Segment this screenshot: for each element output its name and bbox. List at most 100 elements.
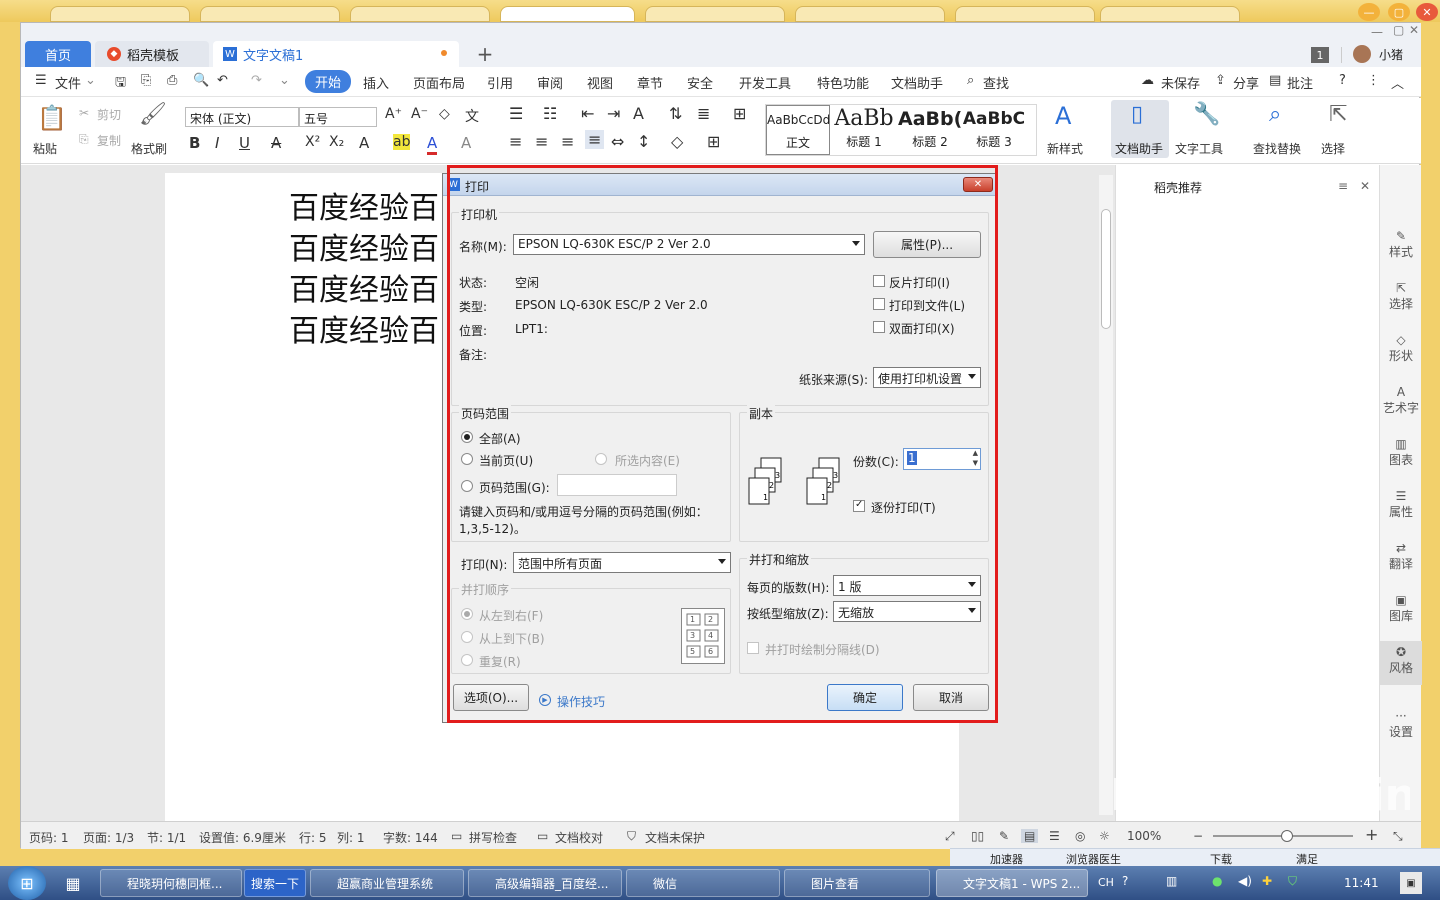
browser-tab[interactable] bbox=[955, 6, 1095, 22]
style-heading3[interactable]: AaBbC 标题 3 bbox=[962, 105, 1026, 153]
input-language[interactable]: CH bbox=[1098, 876, 1114, 889]
network-tray-icon[interactable]: ▥ bbox=[1166, 874, 1177, 888]
sidebar-item-theme[interactable]: ✪ 风格 bbox=[1380, 641, 1422, 685]
panel-close-icon[interactable]: ✕ bbox=[1360, 179, 1370, 193]
browser-tab[interactable] bbox=[795, 6, 945, 22]
zoom-out-icon[interactable]: − bbox=[1193, 829, 1203, 843]
italic-icon[interactable]: I bbox=[215, 134, 219, 152]
menu-layout[interactable]: 页面布局 bbox=[413, 73, 465, 92]
minimize-icon[interactable]: — bbox=[1371, 25, 1383, 39]
tab-document[interactable]: W 文字文稿1 bbox=[213, 41, 459, 67]
redo-icon[interactable]: ↷ bbox=[251, 73, 262, 88]
accelerator-item[interactable]: 加速器 bbox=[990, 851, 1023, 867]
document-line[interactable]: 百度经验百 bbox=[289, 306, 439, 350]
taskbar-item[interactable]: 高级编辑器_百度经... bbox=[468, 869, 622, 897]
align-center-icon[interactable]: ≡ bbox=[535, 132, 548, 151]
save-icon[interactable]: 🖫 bbox=[115, 73, 126, 95]
outline-view-icon[interactable]: ☰ bbox=[1049, 829, 1060, 843]
zoom-level[interactable]: 100% bbox=[1127, 829, 1161, 843]
underline-icon[interactable]: U bbox=[239, 134, 250, 152]
align-left-icon[interactable]: ≡ bbox=[509, 132, 522, 151]
cut-icon[interactable]: ✂ bbox=[79, 106, 89, 120]
line-spacing-icon[interactable]: ≣ bbox=[697, 104, 710, 123]
wechat-tray-icon[interactable]: ● bbox=[1212, 874, 1222, 888]
sidebar-item-wordart[interactable]: A 艺术字 bbox=[1380, 385, 1422, 416]
maximize-icon[interactable]: ▢ bbox=[1393, 23, 1404, 37]
status-col[interactable]: 列: 1 bbox=[337, 829, 365, 846]
shield-tray-icon[interactable]: ⛉ bbox=[1288, 874, 1297, 889]
taskbar-item[interactable]: 微信 bbox=[626, 869, 780, 897]
fit-icon[interactable]: ⤡ bbox=[1393, 829, 1403, 844]
unsaved-status[interactable]: 未保存 bbox=[1161, 73, 1200, 92]
page-count-badge[interactable]: 1 bbox=[1311, 47, 1329, 63]
close-browser-icon[interactable]: ✕ bbox=[1416, 3, 1438, 21]
justify-icon[interactable]: ≡ bbox=[585, 130, 605, 149]
superscript-icon[interactable]: X² bbox=[305, 134, 320, 150]
undo-icon[interactable]: ↶ bbox=[217, 73, 228, 88]
numbering-icon[interactable]: ☷ bbox=[543, 104, 557, 123]
read-mode-icon[interactable]: ▯▯ bbox=[971, 829, 984, 843]
menu-insert[interactable]: 插入 bbox=[363, 73, 389, 92]
style-heading2[interactable]: AaBb( 标题 2 bbox=[898, 105, 962, 153]
status-setting[interactable]: 设置值: 6.9厘米 bbox=[199, 829, 286, 846]
panel-menu-icon[interactable]: ≡ bbox=[1338, 179, 1348, 193]
print-preview-icon[interactable]: 🔍 bbox=[193, 73, 209, 88]
sidebar-item-chart[interactable]: ▥ 图表 bbox=[1380, 437, 1422, 468]
para-spacing-icon[interactable]: ↕ bbox=[637, 132, 650, 151]
distributed-icon[interactable]: ⇔ bbox=[611, 132, 624, 151]
menu-search[interactable]: 查找 bbox=[983, 73, 1009, 92]
print-icon[interactable]: ⎙ bbox=[167, 73, 177, 88]
document-line[interactable]: 百度经验百 bbox=[289, 183, 439, 227]
menu-references[interactable]: 引用 bbox=[487, 73, 513, 92]
web-view-icon[interactable]: ◎ bbox=[1075, 829, 1085, 843]
menu-review[interactable]: 审阅 bbox=[537, 73, 563, 92]
menu-security[interactable]: 安全 bbox=[687, 73, 713, 92]
taskbar-item[interactable]: 文字文稿1 - WPS 2... bbox=[936, 869, 1088, 897]
sidebar-item-style[interactable]: ✎ 样式 bbox=[1380, 229, 1422, 260]
sidebar-item-shape[interactable]: ◇ 形状 bbox=[1380, 333, 1422, 364]
doc-assistant-button[interactable]: ▯ 文档助手 bbox=[1111, 100, 1169, 158]
page-view-icon[interactable]: ▤ bbox=[1021, 829, 1039, 843]
clock[interactable]: 11:41 bbox=[1344, 876, 1379, 890]
browser-tab[interactable] bbox=[350, 6, 490, 22]
sidebar-item-gallery[interactable]: ▣ 图库 bbox=[1380, 593, 1422, 624]
zoom-in-icon[interactable]: + bbox=[1365, 825, 1378, 844]
subscript-icon[interactable]: X₂ bbox=[329, 134, 344, 150]
find-replace-button[interactable]: 查找替换 bbox=[1253, 140, 1301, 157]
zoom-slider-thumb[interactable] bbox=[1281, 830, 1293, 842]
close-icon[interactable]: ✕ bbox=[1409, 23, 1419, 37]
satisfy-item[interactable]: 满足 bbox=[1296, 851, 1318, 867]
taskbar-item[interactable]: 搜索一下 bbox=[244, 869, 306, 897]
menu-start[interactable]: 开始 bbox=[305, 70, 352, 93]
share-button[interactable]: 分享 bbox=[1233, 73, 1259, 92]
scrollbar-thumb[interactable] bbox=[1101, 209, 1111, 329]
select-button[interactable]: 选择 bbox=[1321, 140, 1345, 157]
spell-check-button[interactable]: 拼写检查 bbox=[469, 829, 517, 846]
bold-icon[interactable]: B bbox=[189, 134, 200, 152]
fullscreen-icon[interactable]: ⤢ bbox=[945, 829, 955, 844]
notification-icon[interactable]: ▣ bbox=[1400, 872, 1422, 894]
chevron-down-icon[interactable]: ⌄ bbox=[85, 73, 96, 88]
browser-tab[interactable] bbox=[200, 6, 340, 22]
highlight-icon[interactable]: ab bbox=[393, 134, 411, 150]
zoom-slider[interactable] bbox=[1213, 830, 1353, 842]
format-painter-icon[interactable]: 🖌 bbox=[139, 102, 167, 127]
restore-browser-icon[interactable]: ▢ bbox=[1388, 3, 1410, 21]
text-tools-icon[interactable]: 🔧 bbox=[1193, 102, 1220, 127]
shading-icon[interactable]: ◇ bbox=[671, 132, 683, 151]
font-color-icon[interactable]: A bbox=[427, 134, 438, 155]
style-heading1[interactable]: AaBb 标题 1 bbox=[832, 105, 896, 153]
eye-protect-icon[interactable]: ☼ bbox=[1099, 829, 1110, 843]
outdent-icon[interactable]: ⇤ bbox=[581, 104, 594, 123]
format-painter-button[interactable]: 格式刷 bbox=[131, 140, 167, 157]
show-marks-icon[interactable]: ⊞ bbox=[733, 104, 746, 123]
menu-chapter[interactable]: 章节 bbox=[637, 73, 663, 92]
tab-docer[interactable]: ◆ 稻壳模板 bbox=[95, 41, 209, 67]
browser-doctor-item[interactable]: 浏览器医生 bbox=[1066, 851, 1121, 867]
copy-button[interactable]: 复制 bbox=[97, 132, 121, 149]
phonetic-icon[interactable]: 文 bbox=[465, 106, 479, 126]
menu-file[interactable]: 文件 bbox=[55, 73, 81, 92]
avatar[interactable] bbox=[1353, 45, 1371, 63]
menu-view[interactable]: 视图 bbox=[587, 73, 613, 92]
more-icon[interactable]: ⌄ bbox=[279, 73, 290, 88]
